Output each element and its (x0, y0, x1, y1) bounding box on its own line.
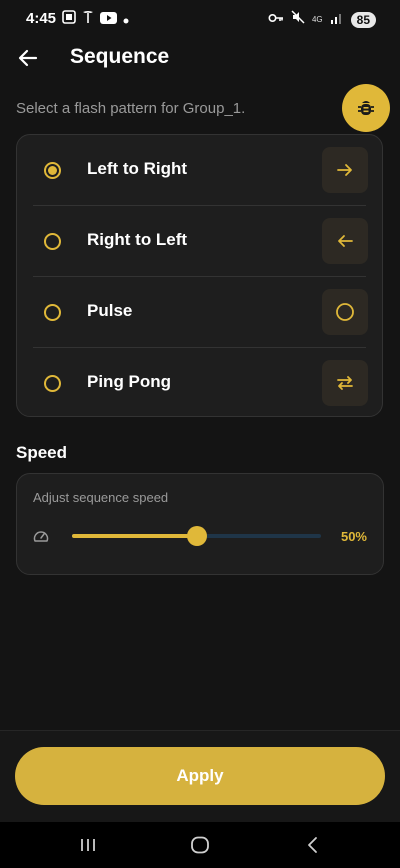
speed-value: 50% (340, 529, 367, 544)
pattern-icon-box (322, 218, 368, 264)
network-type: 4G (311, 14, 323, 24)
screenshot-icon (62, 10, 76, 29)
pattern-icon-box (322, 360, 368, 406)
arrow-left-icon (18, 49, 38, 67)
page-title: Sequence (70, 45, 170, 68)
header: Sequence (0, 38, 400, 78)
home-button[interactable] (186, 832, 214, 858)
speed-card: Adjust sequence speed 50% (16, 473, 384, 575)
status-time: 4:45 (26, 10, 57, 27)
status-bar: 4:45 4G 85 (0, 0, 400, 38)
pattern-label: Ping Pong (87, 372, 172, 391)
pattern-option-pulse[interactable]: Pulse (17, 277, 382, 348)
speed-description: Adjust sequence speed (33, 490, 169, 505)
apply-button[interactable]: Apply (15, 747, 385, 805)
pattern-option-ping-pong[interactable]: Ping Pong (17, 348, 382, 419)
signal-icon (330, 11, 344, 29)
speed-slider-thumb[interactable] (186, 526, 207, 546)
nav-back-button[interactable] (298, 832, 326, 858)
recents-button[interactable] (74, 832, 102, 858)
pattern-option-left-to-right[interactable]: Left to Right (17, 135, 382, 206)
arrow-right-icon (337, 164, 352, 176)
tesla-icon (82, 10, 94, 29)
page-subtitle: Select a flash pattern for Group_1. (16, 100, 246, 117)
bottom-action-bar: Apply (0, 730, 400, 823)
radio-unselected[interactable] (44, 233, 61, 250)
pattern-icon-box (322, 289, 368, 335)
swap-arrows-icon (337, 376, 353, 390)
youtube-icon (100, 11, 117, 29)
speed-slider[interactable] (72, 526, 321, 546)
back-icon (308, 837, 317, 853)
pattern-option-right-to-left[interactable]: Right to Left (17, 206, 382, 277)
speed-slider-fill (72, 534, 197, 538)
circle-icon (336, 303, 354, 321)
dot-icon (123, 11, 129, 29)
gauge-icon (33, 529, 49, 548)
recents-icon (81, 839, 95, 851)
arrow-left-icon (338, 235, 353, 247)
home-icon (191, 836, 209, 854)
pattern-icon-box (322, 147, 368, 193)
speed-heading: Speed (16, 443, 68, 462)
debug-fab-button[interactable] (342, 84, 390, 132)
status-left-icons (62, 10, 129, 29)
status-right-icons: 4G 85 (268, 10, 376, 29)
battery-level: 85 (356, 12, 370, 27)
pattern-list: Left to Right Right to Left Pulse Ping P… (16, 134, 383, 417)
mute-icon (291, 10, 305, 29)
battery-icon: 85 (350, 11, 376, 28)
system-nav-bar (0, 822, 400, 868)
radio-selected[interactable] (44, 162, 61, 179)
key-icon (268, 11, 284, 29)
radio-unselected[interactable] (44, 375, 61, 392)
back-button[interactable] (14, 44, 42, 72)
pattern-label: Left to Right (87, 159, 188, 178)
radio-unselected[interactable] (44, 304, 61, 321)
pattern-label: Pulse (87, 301, 133, 320)
bug-icon (358, 101, 374, 115)
pattern-label: Right to Left (87, 230, 188, 249)
